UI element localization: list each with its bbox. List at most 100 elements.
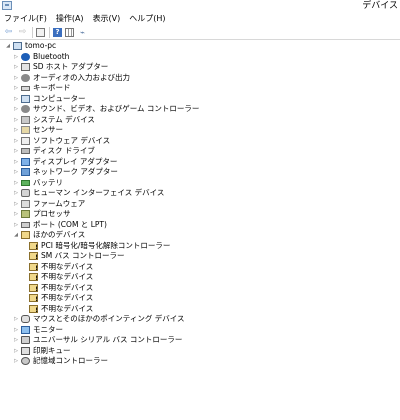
tree-row[interactable]: ▷ ネットワーク アダプター xyxy=(0,167,400,178)
expand-arrow-icon[interactable]: ▷ xyxy=(13,325,19,336)
tree-row[interactable]: ▷ ポート (COM と LPT) xyxy=(0,220,400,231)
tree-item-label: ほかのデバイス xyxy=(33,230,86,239)
menu-action[interactable]: 操作(A) xyxy=(56,12,84,25)
software-device-icon xyxy=(21,136,30,145)
tree-item-label: SD ホスト アダプター xyxy=(33,62,109,71)
expand-arrow-icon[interactable]: ▷ xyxy=(13,346,19,357)
unknown-device-warning-icon xyxy=(29,294,38,303)
expand-arrow-icon[interactable]: ▷ xyxy=(13,188,19,199)
tree-row[interactable]: ▷ システム デバイス xyxy=(0,115,400,126)
tree-row[interactable]: ◢ tomo-pc xyxy=(0,41,400,52)
title-bar: デバイス xyxy=(0,0,400,12)
expand-arrow-icon[interactable]: ▷ xyxy=(13,94,19,105)
tree-item-label: ユニバーサル シリアル バス コントローラー xyxy=(33,335,183,344)
tree-row[interactable]: ▷ サウンド、ビデオ、およびゲーム コントローラー xyxy=(0,104,400,115)
tree-row[interactable]: ▷ ユニバーサル シリアル バス コントローラー xyxy=(0,335,400,346)
port-icon xyxy=(21,221,30,228)
tree-row[interactable]: ◢ ほかのデバイス xyxy=(0,230,400,241)
tree-row[interactable]: ▷ ファームウェア xyxy=(0,199,400,210)
tree-row[interactable]: ▷ コンピューター xyxy=(0,94,400,105)
tree-row[interactable]: ▷ Bluetooth xyxy=(0,52,400,63)
tree-row[interactable]: 不明なデバイス xyxy=(0,293,400,304)
expand-arrow-icon[interactable]: ▷ xyxy=(13,157,19,168)
expand-arrow-icon[interactable]: ▷ xyxy=(13,167,19,178)
tree-row[interactable]: SM バス コントローラー xyxy=(0,251,400,262)
keyboard-icon xyxy=(21,86,30,91)
tree-row[interactable]: ▷ ソフトウェア デバイス xyxy=(0,136,400,147)
tree-row[interactable]: ▷ ディスプレイ アダプター xyxy=(0,157,400,168)
tree-item-label: 記憶域コントローラー xyxy=(33,356,108,365)
toolbar-separator xyxy=(49,26,50,38)
menu-view[interactable]: 表示(V) xyxy=(93,12,121,25)
device-tree: ◢ tomo-pc ▷ Bluetooth ▷ SD ホスト アダプター ▷ オーディオの入力… xyxy=(0,41,400,367)
expand-arrow-icon[interactable]: ▷ xyxy=(13,178,19,189)
tree-item-label: ソフトウェア デバイス xyxy=(33,135,111,145)
expand-arrow-icon[interactable]: ▷ xyxy=(13,356,19,367)
expand-arrow-icon[interactable]: ▷ xyxy=(13,209,19,220)
expand-arrow-icon[interactable]: ▷ xyxy=(13,83,19,94)
storage-controller-icon xyxy=(21,357,30,365)
tree-row[interactable]: 不明なデバイス xyxy=(0,262,400,273)
tree-row[interactable]: ▷ センサー xyxy=(0,125,400,136)
tree-item-label: ディスク ドライブ xyxy=(33,146,95,155)
expand-arrow-icon[interactable]: ▷ xyxy=(13,146,19,157)
tree-row[interactable]: ▷ オーディオの入力および出力 xyxy=(0,73,400,84)
help-button[interactable]: ? xyxy=(53,27,62,37)
expand-arrow-icon[interactable]: ▷ xyxy=(13,125,19,136)
hid-icon xyxy=(21,189,30,197)
forward-button[interactable]: ⇨ xyxy=(17,27,28,38)
tree-row[interactable]: ▷ マウスとそのほかのポインティング デバイス xyxy=(0,314,400,325)
computer-icon xyxy=(21,94,30,103)
back-button[interactable]: ⇦ xyxy=(3,27,14,38)
toolbar: ⇦ ⇨ ? ⌁ xyxy=(0,25,400,40)
firmware-icon xyxy=(21,199,30,208)
usb-icon xyxy=(21,336,30,344)
tree-row[interactable]: ▷ バッテリ xyxy=(0,178,400,189)
properties-button[interactable] xyxy=(65,27,74,37)
expand-arrow-icon[interactable]: ▷ xyxy=(13,335,19,346)
tree-row[interactable]: PCI 暗号化/暗号化解除コントローラー xyxy=(0,241,400,252)
unknown-device-warning-icon xyxy=(29,273,38,282)
tree-item-label: ネットワーク アダプター xyxy=(33,167,118,176)
expand-arrow-icon[interactable]: ▷ xyxy=(13,52,19,63)
menu-file[interactable]: ファイル(F) xyxy=(4,12,47,25)
expand-arrow-icon[interactable]: ▷ xyxy=(13,104,19,115)
expand-arrow-icon[interactable]: ▷ xyxy=(13,220,19,231)
tree-item-label: モニター xyxy=(33,324,63,334)
tree-item-label: 不明なデバイス xyxy=(41,272,94,281)
show-hide-console-tree-button[interactable] xyxy=(36,27,45,37)
expand-arrow-icon[interactable]: ▷ xyxy=(13,136,19,147)
computer-icon xyxy=(13,42,22,50)
tree-row[interactable]: ▷ 記憶域コントローラー xyxy=(0,356,400,367)
tree-item-label: キーボード xyxy=(33,83,71,92)
tree-row[interactable]: ▷ モニター xyxy=(0,325,400,336)
menu-help[interactable]: ヘルプ(H) xyxy=(129,12,165,25)
tree-item-label: サウンド、ビデオ、およびゲーム コントローラー xyxy=(33,104,200,113)
scan-hardware-button[interactable]: ⌁ xyxy=(77,27,88,38)
sensor-icon xyxy=(21,126,30,134)
tree-row[interactable]: 不明なデバイス xyxy=(0,283,400,294)
unknown-device-warning-icon xyxy=(29,304,38,314)
tree-row[interactable]: ▷ キーボード xyxy=(0,83,400,94)
tree-row[interactable]: 不明なデバイス xyxy=(0,272,400,283)
expand-arrow-icon[interactable]: ▷ xyxy=(13,73,19,84)
battery-icon xyxy=(21,179,30,186)
expand-arrow-icon[interactable]: ▷ xyxy=(13,199,19,210)
processor-icon xyxy=(21,210,30,218)
tree-item-label: バッテリ xyxy=(33,177,63,187)
expand-arrow-icon[interactable]: ▷ xyxy=(13,115,19,126)
tree-row[interactable]: ▷ SD ホスト アダプター xyxy=(0,62,400,73)
tree-row[interactable]: ▷ 印刷キュー xyxy=(0,346,400,357)
disk-drive-icon xyxy=(21,148,30,154)
expand-arrow-icon[interactable]: ▷ xyxy=(13,62,19,73)
tree-row[interactable]: ▷ ディスク ドライブ xyxy=(0,146,400,157)
toolbar-separator xyxy=(32,26,33,38)
printer-icon xyxy=(21,346,30,355)
tree-item-label: ヒューマン インターフェイス デバイス xyxy=(33,188,165,197)
collapse-arrow-icon[interactable]: ◢ xyxy=(5,41,11,52)
tree-row[interactable]: 不明なデバイス xyxy=(0,304,400,315)
expand-arrow-icon[interactable]: ▷ xyxy=(13,314,19,325)
tree-row[interactable]: ▷ ヒューマン インターフェイス デバイス xyxy=(0,188,400,199)
tree-row[interactable]: ▷ プロセッサ xyxy=(0,209,400,220)
collapse-arrow-icon[interactable]: ◢ xyxy=(13,230,19,241)
